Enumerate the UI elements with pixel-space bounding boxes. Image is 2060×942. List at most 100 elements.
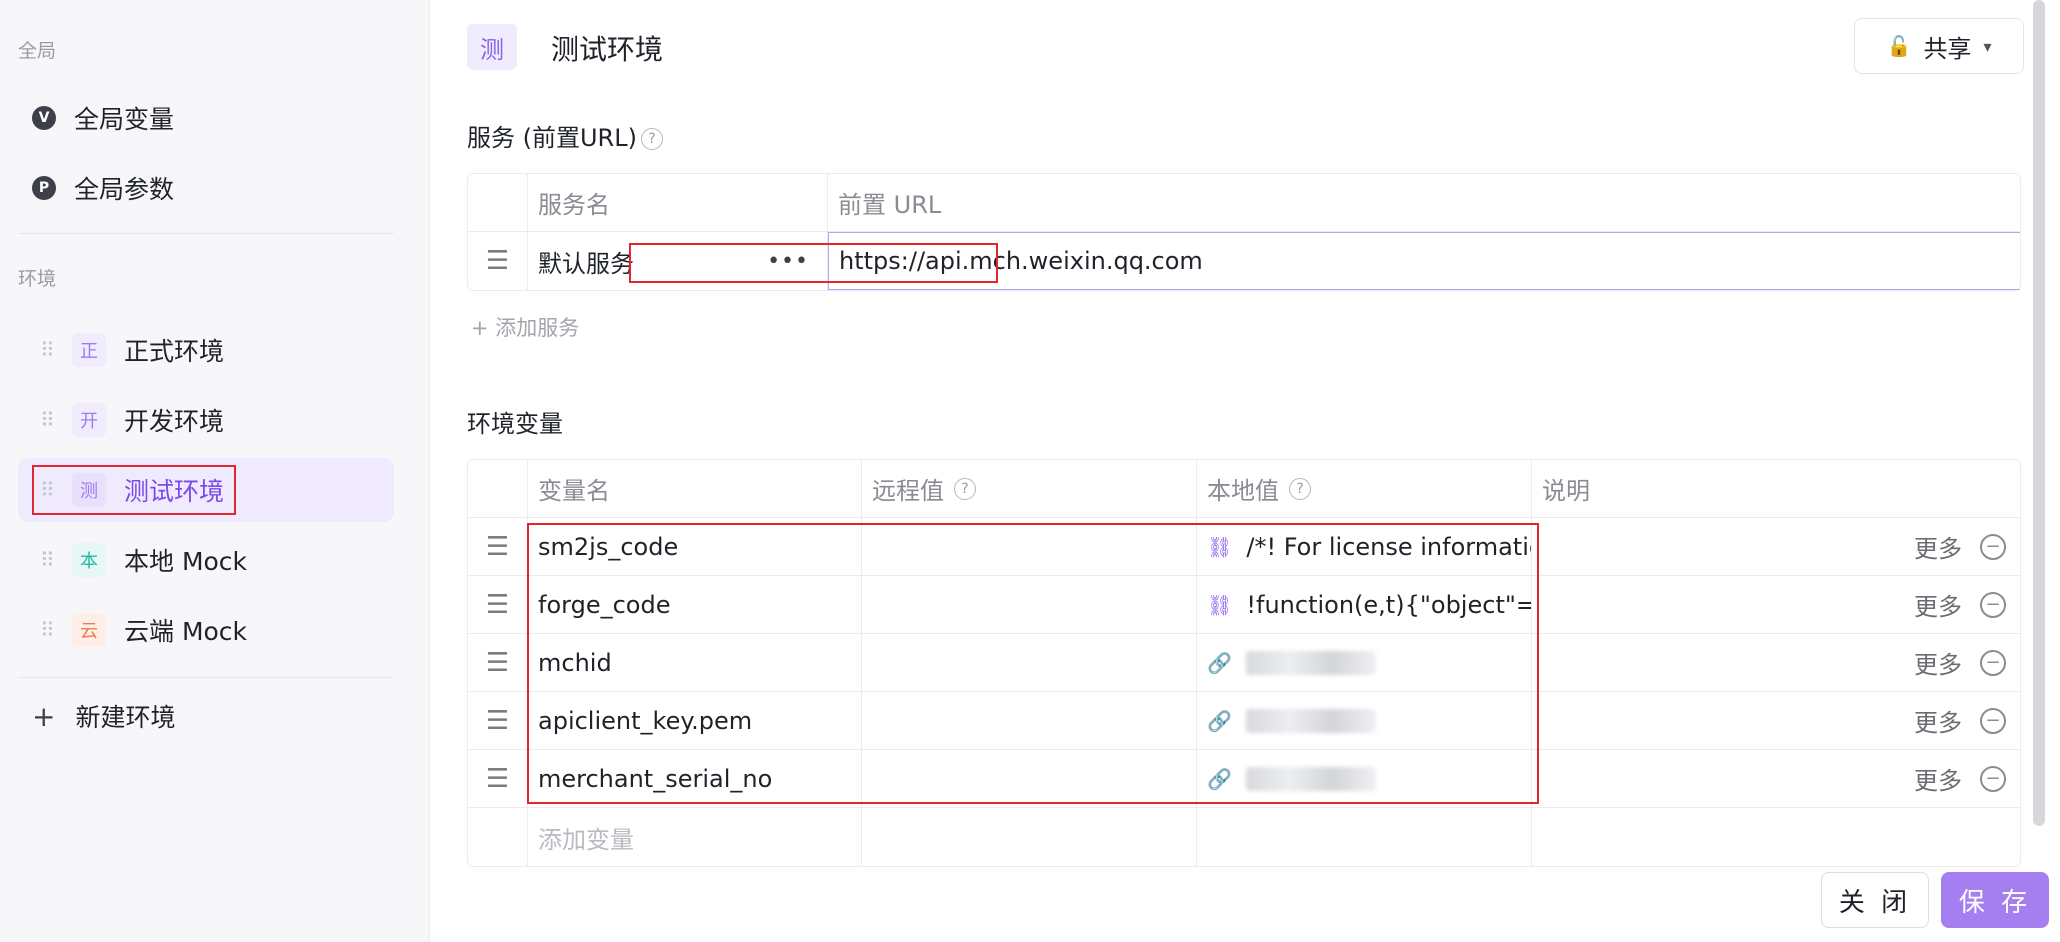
handle-header bbox=[468, 460, 528, 517]
broken-link-icon: ⛓ bbox=[1207, 534, 1233, 559]
scrollbar[interactable] bbox=[2033, 0, 2045, 826]
remove-icon[interactable]: − bbox=[1980, 765, 2006, 792]
link-icon: 🔗 bbox=[1207, 766, 1232, 791]
variables-table: 变量名 远程值? 本地值? 说明 ☰ sm2js_code ⛓ /*! For l… bbox=[467, 459, 2021, 867]
drag-handle-icon[interactable]: ⠿ bbox=[40, 620, 56, 640]
remove-icon[interactable]: − bbox=[1980, 649, 2006, 676]
drag-handle-icon[interactable]: ☰ bbox=[468, 692, 528, 749]
share-label: 共享 bbox=[1923, 34, 1972, 63]
link-icon: 🔗 bbox=[1207, 708, 1232, 733]
add-variable-input[interactable]: 添加变量 bbox=[528, 808, 862, 866]
more-button[interactable]: 更多 bbox=[1914, 587, 1962, 622]
table-row: ☰ 默认服务 ••• https://api.mch.weixin.qq.com bbox=[468, 232, 2020, 290]
add-service-button[interactable]: + 添加服务 bbox=[471, 312, 579, 342]
column-header-text: 本地值 bbox=[1207, 477, 1279, 505]
remove-icon[interactable]: − bbox=[1980, 533, 2006, 560]
description-cell[interactable]: 更多 − bbox=[1532, 634, 2020, 691]
drag-handle-icon[interactable]: ☰ bbox=[468, 232, 528, 290]
remove-icon[interactable]: − bbox=[1980, 591, 2006, 618]
empty-cell bbox=[1532, 808, 2020, 866]
local-value: !function(e,t){"object"==ty bbox=[1246, 590, 1531, 619]
link-icon: 🔗 bbox=[1207, 650, 1232, 675]
description-cell[interactable]: 更多 − bbox=[1532, 692, 2020, 749]
sidebar-item-cloud-mock[interactable]: ⠿ 云 云端 Mock bbox=[18, 598, 394, 662]
sidebar-item-production-env[interactable]: ⠿ 正 正式环境 bbox=[18, 318, 394, 382]
chevron-down-icon: ▾ bbox=[1983, 36, 1992, 56]
sidebar-item-dev-env[interactable]: ⠿ 开 开发环境 bbox=[18, 388, 394, 452]
drag-handle-icon[interactable]: ☰ bbox=[468, 750, 528, 807]
table-row: ☰ apiclient_key.pem 🔗 更多 − bbox=[468, 692, 2020, 750]
sidebar-item-label: 本地 Mock bbox=[124, 547, 248, 576]
variable-name-input[interactable]: forge_code bbox=[528, 576, 862, 633]
share-button[interactable]: 🔓 共享 ▾ bbox=[1854, 18, 2024, 74]
service-name-cell[interactable]: 默认服务 ••• bbox=[528, 232, 828, 290]
description-cell[interactable]: 更多 − bbox=[1532, 576, 2020, 633]
services-title-text: 服务 (前置URL) bbox=[467, 124, 637, 152]
sidebar-item-test-env[interactable]: ⠿ 测 测试环境 bbox=[18, 458, 394, 522]
help-icon[interactable]: ? bbox=[954, 477, 976, 500]
variable-name-input[interactable]: sm2js_code bbox=[528, 518, 862, 575]
sidebar-item-global-variables[interactable]: V 全局变量 bbox=[18, 86, 394, 150]
drag-handle-icon[interactable]: ⠿ bbox=[40, 480, 56, 500]
remote-value-input[interactable] bbox=[862, 634, 1197, 691]
sidebar-item-global-params[interactable]: P 全局参数 bbox=[18, 156, 394, 220]
remote-value-input[interactable] bbox=[862, 750, 1197, 807]
env-badge: 本 bbox=[72, 543, 106, 577]
description-cell[interactable]: 更多 − bbox=[1532, 750, 2020, 807]
description-cell[interactable]: 更多 − bbox=[1532, 518, 2020, 575]
env-badge: 正 bbox=[72, 333, 106, 367]
local-value-input[interactable]: 🔗 bbox=[1197, 750, 1532, 807]
sidebar-divider bbox=[18, 233, 394, 234]
sidebar-item-label: 全局变量 bbox=[74, 105, 175, 134]
remote-value-input[interactable] bbox=[862, 576, 1197, 633]
services-section-title: 服务 (前置URL)? bbox=[467, 118, 663, 153]
local-value-input[interactable]: ⛓ !function(e,t){"object"==ty bbox=[1197, 576, 1532, 633]
close-button[interactable]: 关 闭 bbox=[1821, 872, 1929, 928]
table-row: ☰ mchid 🔗 更多 − bbox=[468, 634, 2020, 692]
drag-handle-icon[interactable]: ⠿ bbox=[40, 340, 56, 360]
variable-icon: V bbox=[32, 106, 56, 130]
service-url: https://api.mch.weixin.qq.com bbox=[839, 247, 1203, 275]
plus-icon: + bbox=[32, 699, 56, 733]
drag-handle-icon[interactable]: ☰ bbox=[468, 634, 528, 691]
column-header: 服务名 bbox=[528, 174, 828, 231]
sidebar: 全局 V 全局变量 P 全局参数 环境 ⠿ 正 正式环境 ⠿ 开 开发环境 ⠿ … bbox=[0, 0, 430, 942]
column-header: 说明 bbox=[1542, 477, 1590, 505]
table-row: ☰ sm2js_code ⛓ /*! For license informatio… bbox=[468, 518, 2020, 576]
more-button[interactable]: 更多 bbox=[1914, 761, 1962, 796]
sidebar-item-label: 全局参数 bbox=[74, 175, 175, 204]
new-env-button[interactable]: + 新建环境 bbox=[18, 684, 394, 748]
remote-value-input[interactable] bbox=[862, 692, 1197, 749]
remove-icon[interactable]: − bbox=[1980, 707, 2006, 734]
env-badge: 云 bbox=[72, 613, 106, 647]
sidebar-divider bbox=[18, 677, 394, 678]
more-button[interactable]: 更多 bbox=[1914, 645, 1962, 680]
service-url-input[interactable]: https://api.mch.weixin.qq.com bbox=[828, 232, 2020, 290]
drag-handle-icon[interactable]: ⠿ bbox=[40, 410, 56, 430]
more-button[interactable]: 更多 bbox=[1914, 529, 1962, 564]
more-button[interactable]: 更多 bbox=[1914, 703, 1962, 738]
sidebar-item-label: 开发环境 bbox=[124, 407, 225, 436]
sidebar-item-label: 云端 Mock bbox=[124, 617, 248, 646]
local-value-input[interactable]: 🔗 bbox=[1197, 692, 1532, 749]
empty-handle-cell bbox=[468, 808, 528, 866]
variable-name-input[interactable]: apiclient_key.pem bbox=[528, 692, 862, 749]
handle-header bbox=[468, 174, 528, 231]
drag-handle-icon[interactable]: ⠿ bbox=[40, 550, 56, 570]
global-section-label: 全局 bbox=[18, 40, 57, 62]
sidebar-item-local-mock[interactable]: ⠿ 本 本地 Mock bbox=[18, 528, 394, 592]
help-icon[interactable]: ? bbox=[640, 128, 663, 150]
drag-handle-icon[interactable]: ☰ bbox=[468, 518, 528, 575]
empty-cell bbox=[1197, 808, 1532, 866]
local-value-input[interactable]: 🔗 bbox=[1197, 634, 1532, 691]
remote-value-input[interactable] bbox=[862, 518, 1197, 575]
column-header-remote: 远程值? bbox=[862, 460, 1197, 517]
more-icon[interactable]: ••• bbox=[767, 249, 809, 274]
drag-handle-icon[interactable]: ☰ bbox=[468, 576, 528, 633]
local-value-input[interactable]: ⛓ /*! For license information bbox=[1197, 518, 1532, 575]
save-button[interactable]: 保 存 bbox=[1941, 872, 2049, 928]
variable-name-input[interactable]: merchant_serial_no bbox=[528, 750, 862, 807]
help-icon[interactable]: ? bbox=[1289, 477, 1311, 500]
variable-name-input[interactable]: mchid bbox=[528, 634, 862, 691]
page-title[interactable]: 测试环境 bbox=[551, 28, 663, 68]
